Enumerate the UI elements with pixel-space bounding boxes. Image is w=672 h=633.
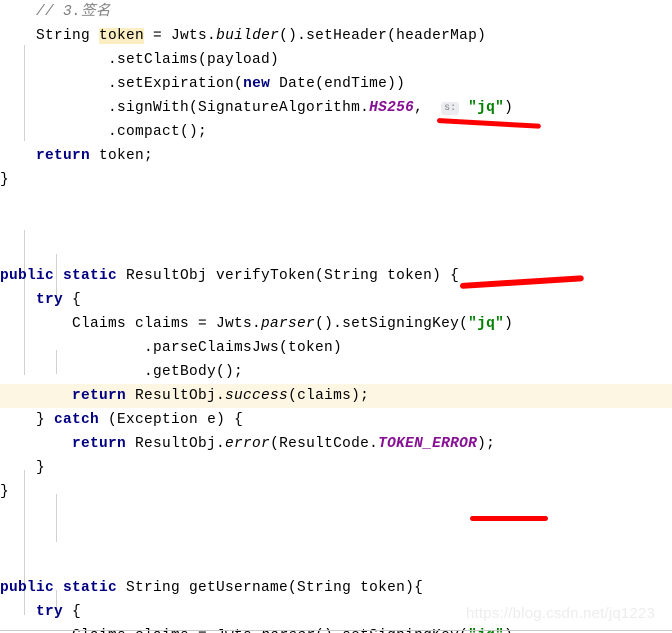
bottom-divider — [0, 630, 672, 631]
parameter-hint-badge[interactable]: s: — [441, 102, 460, 115]
string-literal-jq: "jq" — [468, 100, 505, 116]
code-line[interactable]: String token = Jwts.builder().setHeader(… — [0, 24, 672, 48]
code-text: } — [36, 412, 55, 428]
code-line[interactable]: Claims claims = Jwts.parser().setSigning… — [0, 624, 672, 633]
method-signature-verifytoken: ResultObj verifyToken(String token) { — [117, 268, 460, 284]
code-line[interactable]: } — [0, 480, 672, 504]
string-literal-jq: "jq" — [468, 316, 505, 332]
type-string: String — [36, 28, 100, 44]
comment-text: // 3.签名 — [36, 4, 111, 20]
code-line[interactable]: .setExpiration(new Date(endTime)) — [0, 72, 672, 96]
code-text: ) — [504, 100, 514, 116]
code-text: .compact(); — [108, 124, 208, 140]
code-text: Date(endTime)) — [270, 76, 406, 92]
code-text: , — [414, 100, 442, 116]
code-text: .setClaims(payload) — [108, 52, 280, 68]
keyword-new: new — [243, 76, 271, 92]
code-text: ); — [477, 436, 496, 452]
code-line[interactable]: .parseClaimsJws(token) — [0, 336, 672, 360]
code-text: Claims claims = Jwts. — [72, 316, 262, 332]
method-modifiers: public static — [0, 580, 118, 596]
code-line[interactable]: } catch (Exception e) { — [0, 408, 672, 432]
code-text: .getBody(); — [144, 364, 244, 380]
static-field-token-error: TOKEN_ERROR — [378, 436, 478, 452]
closing-brace: } — [0, 172, 10, 188]
method-builder: builder — [216, 28, 280, 44]
code-text: token; — [90, 148, 154, 164]
method-error: error — [225, 436, 271, 452]
closing-brace: } — [0, 484, 10, 500]
method-modifiers: public static — [0, 268, 118, 284]
code-editor-viewport[interactable]: // 3.签名 String token = Jwts.builder().se… — [0, 0, 672, 633]
code-text: (claims); — [288, 388, 370, 404]
code-text: { — [63, 604, 82, 620]
code-text: .parseClaimsJws(token) — [144, 340, 343, 356]
code-text: .setExpiration( — [108, 76, 244, 92]
code-line[interactable]: return ResultObj.error(ResultCode.TOKEN_… — [0, 432, 672, 456]
static-field-hs256: HS256 — [369, 100, 415, 116]
code-text: ().setSigningKey( — [315, 316, 469, 332]
code-line-caret[interactable]: return ResultObj.success(claims); — [0, 384, 672, 408]
code-text: ) — [504, 316, 514, 332]
code-line[interactable]: .signWith(SignatureAlgorithm.HS256, s: "… — [0, 96, 672, 120]
red-underline-annotation-3 — [470, 516, 548, 521]
code-line[interactable]: return token; — [0, 144, 672, 168]
method-success: success — [225, 388, 289, 404]
code-text: ().setHeader(headerMap) — [279, 28, 487, 44]
code-line[interactable]: } — [0, 456, 672, 480]
code-line[interactable]: Claims claims = Jwts.parser().setSigning… — [0, 312, 672, 336]
code-text: { — [63, 292, 82, 308]
code-text: (ResultCode. — [270, 436, 379, 452]
code-line[interactable]: .compact(); — [0, 120, 672, 144]
code-text: (Exception e) { — [99, 412, 244, 428]
keyword-try: try — [36, 292, 64, 308]
code-line[interactable]: .getBody(); — [0, 360, 672, 384]
code-text: = Jwts. — [144, 28, 217, 44]
highlighted-identifier-token[interactable]: token — [99, 28, 145, 44]
keyword-catch: catch — [54, 412, 100, 428]
watermark-text: https://blog.csdn.net/jq1223 — [466, 605, 656, 622]
closing-brace: } — [36, 460, 46, 476]
keyword-try: try — [36, 604, 64, 620]
method-parser: parser — [261, 316, 316, 332]
keyword-return: return — [36, 148, 91, 164]
code-line[interactable]: public static String getUsername(String … — [0, 576, 672, 600]
code-text: ResultObj. — [126, 388, 226, 404]
code-text: ResultObj. — [126, 436, 226, 452]
code-line[interactable]: } — [0, 168, 672, 192]
code-line[interactable]: // 3.签名 — [0, 0, 672, 24]
keyword-return: return — [72, 388, 127, 404]
code-text: .signWith(SignatureAlgorithm. — [108, 100, 370, 116]
keyword-return: return — [72, 436, 127, 452]
code-line[interactable]: .setClaims(payload) — [0, 48, 672, 72]
code-line[interactable]: try { — [0, 288, 672, 312]
method-signature-getusername: String getUsername(String token){ — [117, 580, 424, 596]
